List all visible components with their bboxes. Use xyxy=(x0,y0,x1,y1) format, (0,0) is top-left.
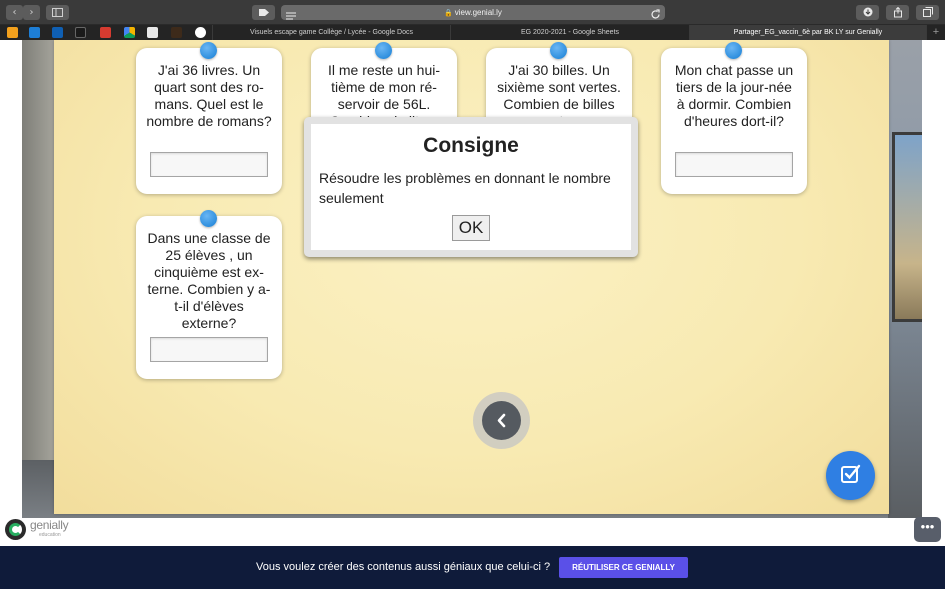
reuse-genially-button[interactable]: RÉUTILISER CE GENIALLY xyxy=(559,557,688,578)
tag-button[interactable] xyxy=(252,5,275,20)
checkbox-icon xyxy=(841,464,861,483)
modal-text: Résoudre les problèmes en donnant le nom… xyxy=(319,170,611,206)
problem-text: Dans une classe de 25 élèves , un cinqui… xyxy=(147,230,271,331)
previous-button-inner xyxy=(482,401,521,440)
reload-icon[interactable] xyxy=(650,7,661,19)
pin-icon xyxy=(550,42,567,59)
bookmark-icon[interactable] xyxy=(147,27,158,38)
modal-title: Consigne xyxy=(423,134,519,157)
tab-bar: Visuels escape game Collège / Lycée - Go… xyxy=(0,25,945,40)
bookmark-icon[interactable] xyxy=(7,27,18,38)
problem-card: Dans une classe de 25 élèves , un cinqui… xyxy=(136,216,282,379)
address-text: view.genial.ly xyxy=(454,8,502,17)
share-button[interactable] xyxy=(886,5,909,20)
browser-toolbar: ‹ › 🔒 view.genial.ly xyxy=(0,0,945,25)
answer-input[interactable] xyxy=(675,152,793,177)
wall-painting xyxy=(892,132,922,322)
tab-genially[interactable]: Partager_EG_vaccin_6è par BK LY sur Geni… xyxy=(689,25,926,40)
problem-text: J'ai 36 livres. Un quart sont des ro-man… xyxy=(146,62,272,129)
pin-icon xyxy=(725,42,742,59)
forward-button[interactable]: › xyxy=(23,5,40,20)
check-answers-button[interactable] xyxy=(826,451,875,500)
problem-card: Mon chat passe un tiers de la jour-née à… xyxy=(661,48,807,194)
reader-icon[interactable] xyxy=(286,8,296,20)
download-icon xyxy=(863,7,872,17)
page-content: J'ai 36 livres. Un quart sont des ro-man… xyxy=(0,40,945,546)
tab-overview-button[interactable] xyxy=(916,5,939,20)
drive-icon[interactable] xyxy=(124,27,135,38)
bookmark-icon[interactable] xyxy=(171,27,182,38)
answer-input[interactable] xyxy=(150,337,268,362)
problem-card: J'ai 36 livres. Un quart sont des ro-man… xyxy=(136,48,282,194)
tab-google-docs[interactable]: Visuels escape game Collège / Lycée - Go… xyxy=(212,25,450,40)
genially-logo[interactable]: genially education xyxy=(5,518,80,542)
previous-button[interactable] xyxy=(473,392,530,449)
chevron-left-icon xyxy=(497,413,506,428)
bookmark-icon[interactable] xyxy=(52,27,63,38)
modal-body: Consigne Résoudre les problèmes en donna… xyxy=(311,124,631,250)
share-icon xyxy=(893,6,902,18)
bookmark-icon[interactable] xyxy=(29,27,40,38)
lock-icon: 🔒 xyxy=(444,10,453,17)
gmail-icon[interactable] xyxy=(100,27,111,38)
genially-logo-icon xyxy=(5,519,26,540)
tabs-icon xyxy=(922,7,933,17)
tab-google-sheets[interactable]: EG 2020-2021 - Google Sheets xyxy=(450,25,689,40)
more-options-button[interactable]: ••• xyxy=(914,517,941,542)
download-button[interactable] xyxy=(856,5,879,20)
pin-icon xyxy=(375,42,392,59)
logo-wordmark: genially xyxy=(30,518,69,532)
pin-icon xyxy=(200,42,217,59)
bookmark-icon[interactable] xyxy=(75,27,86,38)
logo-subtitle: education xyxy=(39,532,61,538)
new-tab-button[interactable]: + xyxy=(926,25,945,40)
reuse-banner: Vous voulez créer des contenus aussi gén… xyxy=(0,546,945,589)
answer-input[interactable] xyxy=(150,152,268,177)
tag-icon xyxy=(258,9,269,16)
sidebar-toggle-button[interactable] xyxy=(46,5,69,20)
banner-text: Vous voulez créer des contenus aussi gén… xyxy=(256,561,551,573)
sidebar-icon xyxy=(52,8,63,17)
screen: ‹ › 🔒 view.genial.ly Visuels escape game… xyxy=(0,0,945,589)
pin-icon xyxy=(200,210,217,227)
google-icon[interactable] xyxy=(195,27,206,38)
ok-button[interactable]: OK xyxy=(452,215,490,241)
back-button[interactable]: ‹ xyxy=(6,5,23,20)
problem-text: Mon chat passe un tiers de la jour-née à… xyxy=(674,62,794,129)
address-bar[interactable]: 🔒 view.genial.ly xyxy=(281,5,665,20)
instruction-modal: Consigne Résoudre les problèmes en donna… xyxy=(304,117,638,257)
